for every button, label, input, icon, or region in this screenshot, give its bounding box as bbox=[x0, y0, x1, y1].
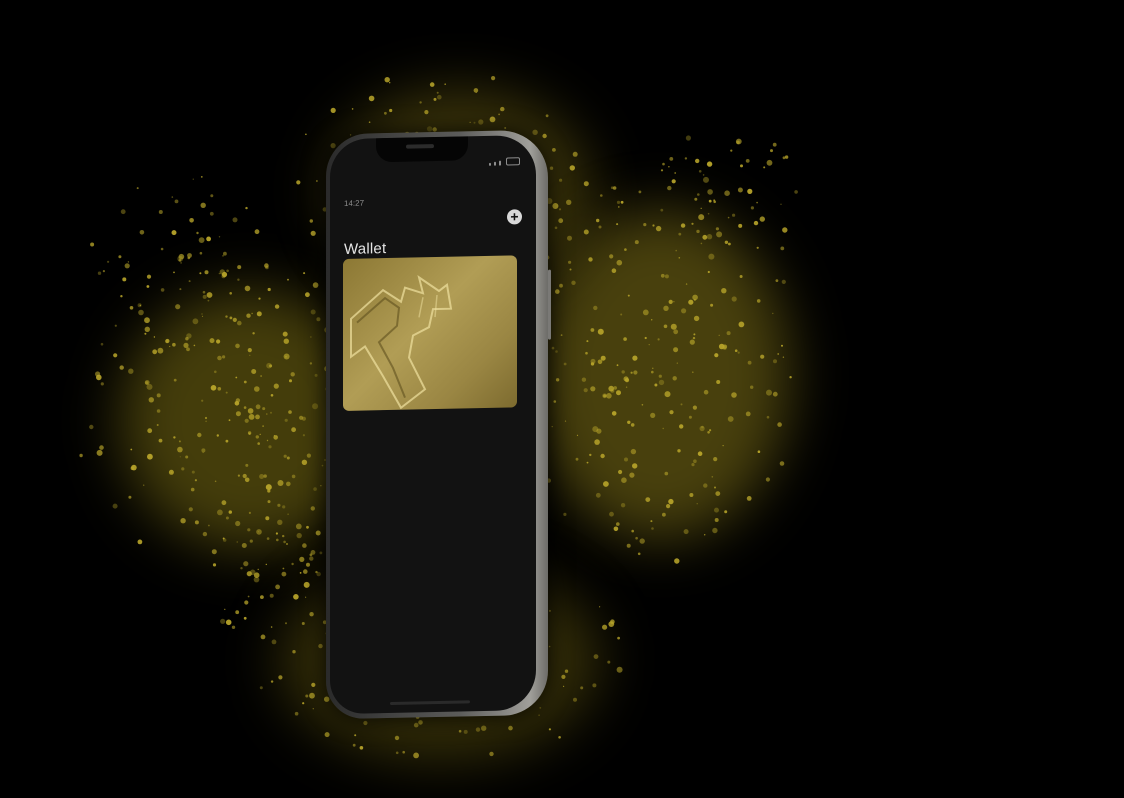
gold-card[interactable] bbox=[343, 255, 517, 411]
phone-screen: 14:27 + Wallet bbox=[330, 134, 536, 715]
scene: 14:27 + Wallet bbox=[0, 0, 1124, 798]
screen-title: Wallet bbox=[344, 240, 387, 258]
phone: 14:27 + Wallet bbox=[326, 129, 551, 720]
battery-icon bbox=[506, 157, 520, 166]
status-icons bbox=[489, 157, 520, 166]
card-emblem-icon bbox=[350, 275, 453, 410]
dust-particles bbox=[79, 76, 798, 759]
status-time: 14:27 bbox=[344, 198, 365, 208]
side-button bbox=[548, 269, 551, 340]
speaker bbox=[406, 144, 434, 149]
home-indicator bbox=[390, 700, 470, 705]
notch bbox=[376, 136, 468, 163]
signal-icon bbox=[489, 162, 491, 166]
add-card-button[interactable]: + bbox=[507, 208, 522, 225]
signal-bar bbox=[499, 160, 501, 166]
signal-bar bbox=[494, 161, 496, 166]
